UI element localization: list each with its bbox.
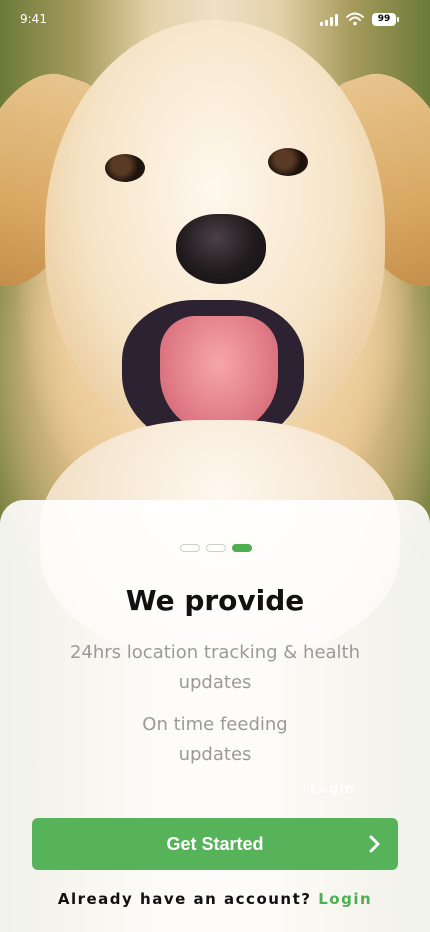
chevron-right-icon — [369, 835, 380, 853]
feature-line-1: 24hrs location tracking & health — [69, 642, 361, 663]
signal-icon — [320, 14, 340, 26]
dog-tongue — [160, 316, 278, 434]
signin-prompt: Already have an account? Login — [0, 890, 430, 908]
dog-eye-right — [268, 148, 308, 176]
ghost-login-text: Login — [310, 782, 356, 797]
feature-line-3: On time feeding — [142, 714, 288, 735]
get-started-label: Get Started — [166, 834, 264, 854]
pager-dot-1[interactable] — [180, 544, 200, 552]
dog-nose — [176, 214, 266, 284]
login-link[interactable]: Login — [318, 890, 372, 908]
battery-icon: 99 — [372, 13, 399, 26]
account-prompt-text: Already have an account? — [57, 890, 312, 908]
dog-eye-left — [105, 154, 145, 182]
pager-dot-3-active[interactable] — [232, 544, 252, 552]
wifi-icon — [346, 12, 364, 26]
page-title: We provide — [125, 584, 305, 617]
onboarding-sheet: We provide 24hrs location tracking & hea… — [0, 500, 430, 932]
feature-line-2: updates — [178, 672, 252, 693]
get-started-button[interactable]: Get Started — [32, 818, 398, 870]
status-bar: 9:41 99 — [0, 0, 430, 40]
status-time: 9:41 — [20, 12, 47, 26]
feature-line-4: updates — [178, 744, 252, 765]
pager-dot-2[interactable] — [206, 544, 226, 552]
